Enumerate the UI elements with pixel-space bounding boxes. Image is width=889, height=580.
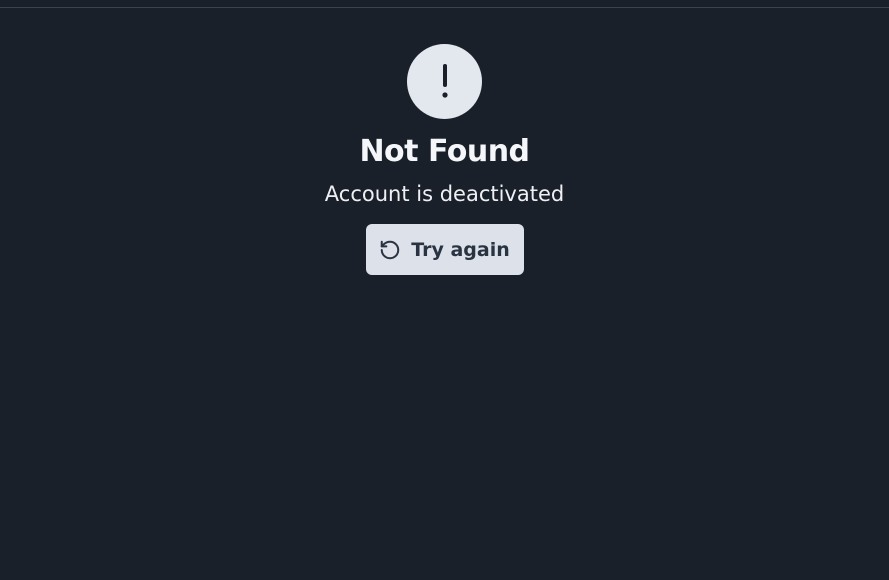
alert-circle [407,44,482,119]
error-title: Not Found [359,134,530,169]
error-message: Account is deactivated [324,182,565,206]
try-again-button[interactable]: Try again [365,224,524,275]
error-panel: Not Found Account is deactivated Try aga… [0,44,889,275]
exclamation-icon [439,63,451,100]
top-divider [0,7,889,8]
try-again-label: Try again [411,238,510,261]
refresh-icon [379,239,401,261]
